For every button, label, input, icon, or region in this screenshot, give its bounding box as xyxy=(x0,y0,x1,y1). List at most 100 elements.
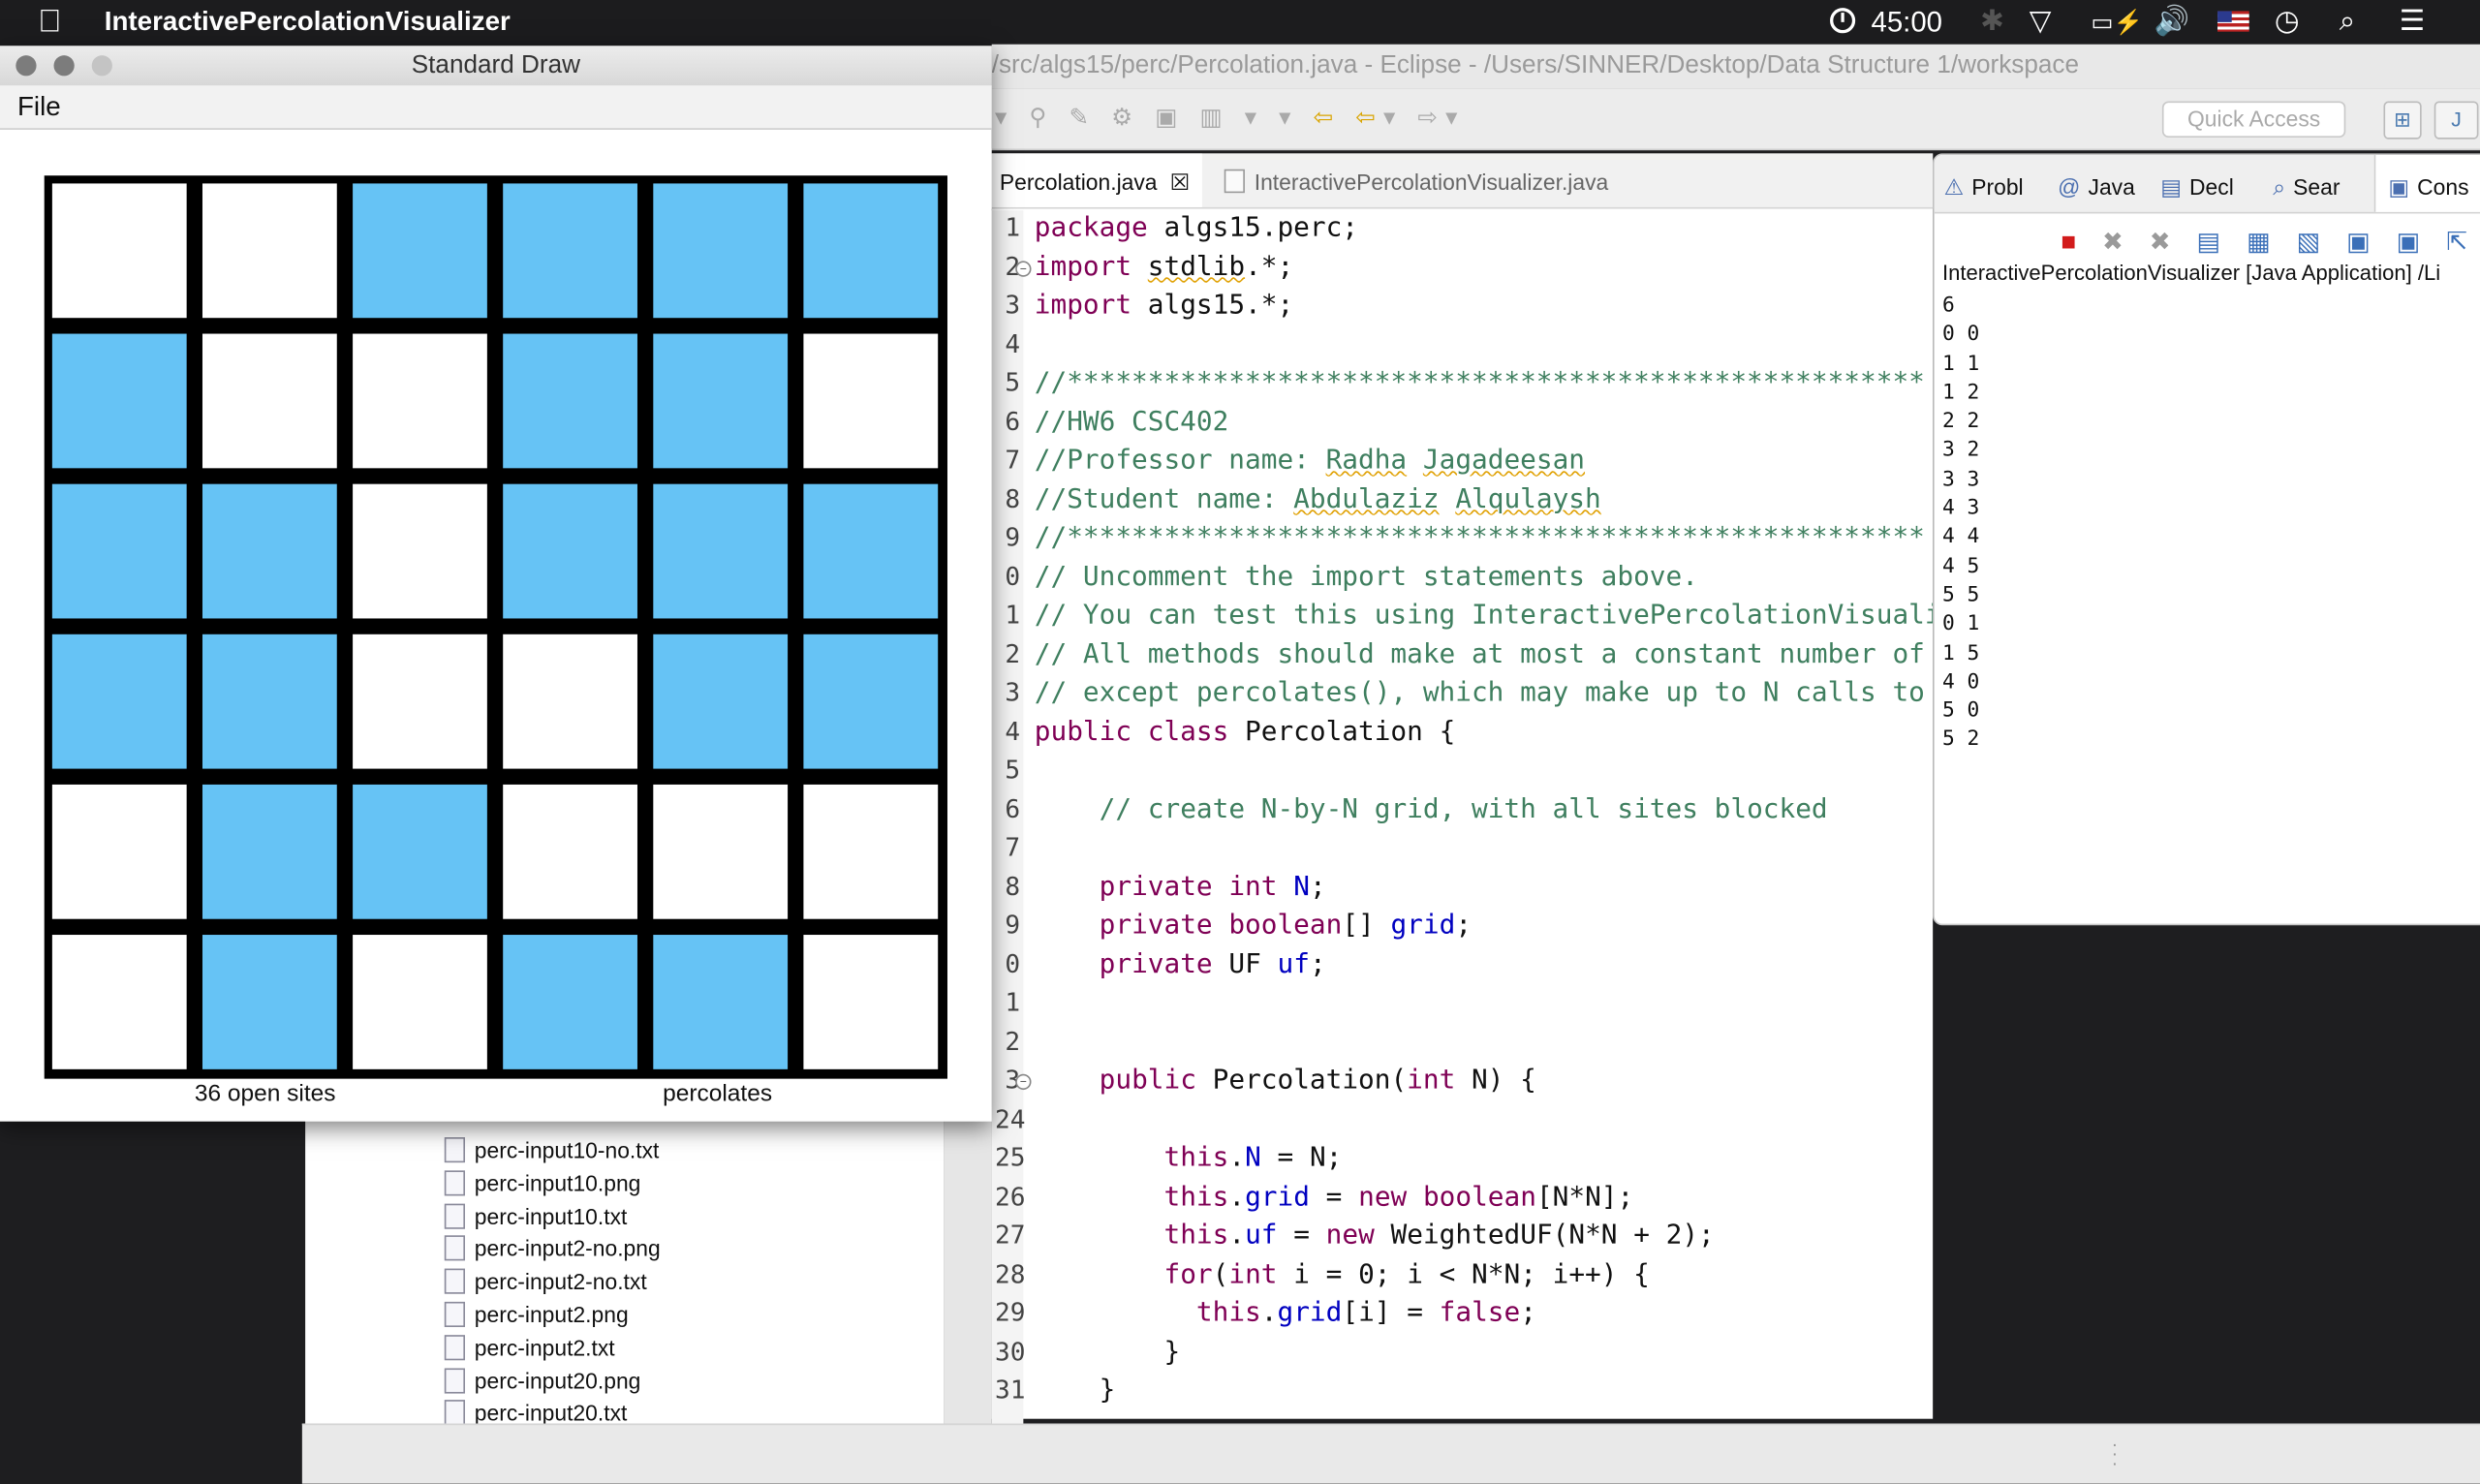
bluetooth-icon[interactable]: ✱ xyxy=(1980,5,2004,38)
text-file-icon xyxy=(444,1400,466,1426)
code-editor[interactable]: Percolation.java ☒ InteractivePercolation… xyxy=(991,153,1934,1429)
text-file-icon xyxy=(444,1170,466,1196)
file-name: perc-input10-no.txt xyxy=(474,1137,660,1163)
grid-cell-full[interactable] xyxy=(803,183,939,319)
input-source-flag-icon[interactable] xyxy=(2217,11,2249,32)
tab-percolation-java[interactable]: Percolation.java ☒ xyxy=(991,153,1203,207)
open-sites-count: 36 open sites xyxy=(194,1080,336,1108)
file-list-item[interactable]: perc-input20.png xyxy=(444,1365,661,1398)
grid-cell-full[interactable] xyxy=(202,634,337,769)
battery-icon[interactable]: ▭⚡ xyxy=(2091,8,2143,37)
file-list-item[interactable]: perc-input2-no.png xyxy=(444,1233,661,1266)
grid-cell-full[interactable] xyxy=(353,183,487,319)
open-perspective-icon[interactable]: ⊞ xyxy=(2383,101,2422,139)
tab-declaration[interactable]: ▤ Decl xyxy=(2160,155,2234,212)
grid-cell-full[interactable] xyxy=(653,183,789,319)
file-list-item[interactable]: perc-input10.txt xyxy=(444,1200,661,1233)
file-list: perc-input10-no.txt perc-input10.png perc-… xyxy=(444,1134,661,1431)
console-output-line: 1 5 xyxy=(1941,641,1980,665)
apple-icon[interactable]:  xyxy=(38,5,61,42)
console-output-line: 3 3 xyxy=(1941,467,1980,492)
declaration-icon: ▤ xyxy=(2160,173,2182,200)
grid-cell-open[interactable] xyxy=(202,333,337,469)
time-machine-icon[interactable]: ◷ xyxy=(2275,5,2300,38)
grid-cell-full[interactable] xyxy=(653,634,789,769)
grid-cell-open[interactable] xyxy=(353,935,487,1069)
tab-console[interactable]: ▣ Cons xyxy=(2373,155,2480,212)
wifi-icon[interactable]: ▽ xyxy=(2030,5,2052,38)
grid-cell-open[interactable] xyxy=(803,333,939,469)
console-toolbar[interactable]: ■ ✖ ✖ ▤ ▦ ▧ ▣ ▣ ⇱ xyxy=(2061,227,2477,259)
grid-cell-full[interactable] xyxy=(653,935,789,1069)
console-output-line: 5 0 xyxy=(1941,698,1980,724)
grid-cell-full[interactable] xyxy=(503,333,637,469)
grid-cell-full[interactable] xyxy=(202,935,337,1069)
fold-icon[interactable]: − xyxy=(1015,1073,1032,1091)
grid-cell-full[interactable] xyxy=(51,634,187,769)
java-perspective-icon[interactable]: J xyxy=(2434,101,2479,139)
grid-cell-full[interactable] xyxy=(803,634,939,769)
grid-cell-full[interactable] xyxy=(653,333,789,469)
grid-cell-open[interactable] xyxy=(503,634,637,769)
status-bar: · · · xyxy=(301,1423,2480,1484)
file-list-item[interactable]: perc-input10.png xyxy=(444,1167,661,1200)
file-list-item[interactable]: perc-input10-no.txt xyxy=(444,1134,661,1167)
console-output-line: 5 2 xyxy=(1941,727,1980,753)
toolbar-icons[interactable]: ▾ ⚲ ✎ ⚙ ▣ ▥ ▾ ▾ ⇦ ⇦▾ ⇨▾ xyxy=(995,103,1466,132)
timer-icon[interactable] xyxy=(1830,8,1856,34)
file-menu[interactable]: File xyxy=(17,85,61,128)
grid-cell-open[interactable] xyxy=(51,784,187,919)
grid-cell-open[interactable] xyxy=(503,784,637,919)
grid-cell-full[interactable] xyxy=(503,935,637,1069)
grid-cell-open[interactable] xyxy=(51,183,187,319)
file-name: perc-input2-no.png xyxy=(474,1235,661,1262)
close-icon[interactable]: ☒ xyxy=(1170,170,1191,195)
pane-divider[interactable] xyxy=(944,1107,992,1424)
tab-interactive-visualizer-java[interactable]: InteractivePercolationVisualizer.java xyxy=(1224,153,1608,207)
eclipse-window-title: /src/algs15/perc/Percolation.java - Ecli… xyxy=(991,44,2480,89)
grid-cell-full[interactable] xyxy=(803,483,939,619)
window-titlebar: Standard Draw xyxy=(0,46,992,87)
file-list-item[interactable]: perc-input2-no.txt xyxy=(444,1266,661,1299)
tab-javadoc[interactable]: @ Java xyxy=(2058,155,2135,212)
grid-cell-open[interactable] xyxy=(202,183,337,319)
fold-icon[interactable]: − xyxy=(1015,260,1032,276)
package-explorer: perc-input10-no.txt perc-input10.png perc-… xyxy=(305,1118,945,1426)
text-file-icon xyxy=(444,1137,466,1163)
volume-icon[interactable]: 🔊 xyxy=(2154,5,2190,38)
grid-cell-open[interactable] xyxy=(51,935,187,1069)
console-output: 6 0 0 1 1 1 2 2 2 3 2 3 3 4 3 4 4 4 5 5 5 0 1 1 5 4 0… xyxy=(1942,293,1979,756)
app-menu-name[interactable]: InteractivePercolationVisualizer xyxy=(105,7,511,39)
grid-cell-open[interactable] xyxy=(353,333,487,469)
file-list-item[interactable]: perc-input2.txt xyxy=(444,1332,661,1365)
spotlight-search-icon[interactable]: ⌕ xyxy=(2340,5,2355,38)
file-name: perc-input10.txt xyxy=(474,1202,628,1229)
grid-cell-full[interactable] xyxy=(51,333,187,469)
console-output-line: 4 0 xyxy=(1941,670,1980,695)
console-output-line: 5 5 xyxy=(1941,583,1980,607)
tab-search[interactable]: ⌕ Sear xyxy=(2273,155,2340,212)
grid-cell-full[interactable] xyxy=(503,483,637,619)
grid-cell-open[interactable] xyxy=(803,784,939,919)
grid-cell-full[interactable] xyxy=(503,183,637,319)
grid-cell-open[interactable] xyxy=(353,634,487,769)
grid-cell-open[interactable] xyxy=(353,483,487,619)
grid-cell-open[interactable] xyxy=(803,935,939,1069)
console-icon: ▣ xyxy=(2388,173,2409,200)
grid-cell-full[interactable] xyxy=(202,784,337,919)
grid-cell-full[interactable] xyxy=(353,784,487,919)
grid-cell-open[interactable] xyxy=(653,784,789,919)
timer-text[interactable]: 45:00 xyxy=(1871,7,1942,40)
grid-cell-full[interactable] xyxy=(653,483,789,619)
grid-cell-full[interactable] xyxy=(51,483,187,619)
console-output-line: 1 1 xyxy=(1941,352,1980,376)
resize-handle-icon[interactable]: · · · xyxy=(2112,1435,2119,1472)
quick-access-input[interactable]: Quick Access xyxy=(2161,101,2346,139)
percolation-grid[interactable] xyxy=(44,175,947,1079)
console-output-line: 3 2 xyxy=(1941,439,1980,463)
console-view: ⚠ Probl @ Java ▤ Decl ⌕ Sear ▣ Cons ■ ✖ ✖ ▤ ▦… xyxy=(1933,153,2480,926)
tab-problems[interactable]: ⚠ Probl xyxy=(1944,155,2024,212)
file-list-item[interactable]: perc-input2.png xyxy=(444,1299,661,1332)
notification-center-icon[interactable]: ☰ xyxy=(2400,5,2425,38)
grid-cell-full[interactable] xyxy=(202,483,337,619)
